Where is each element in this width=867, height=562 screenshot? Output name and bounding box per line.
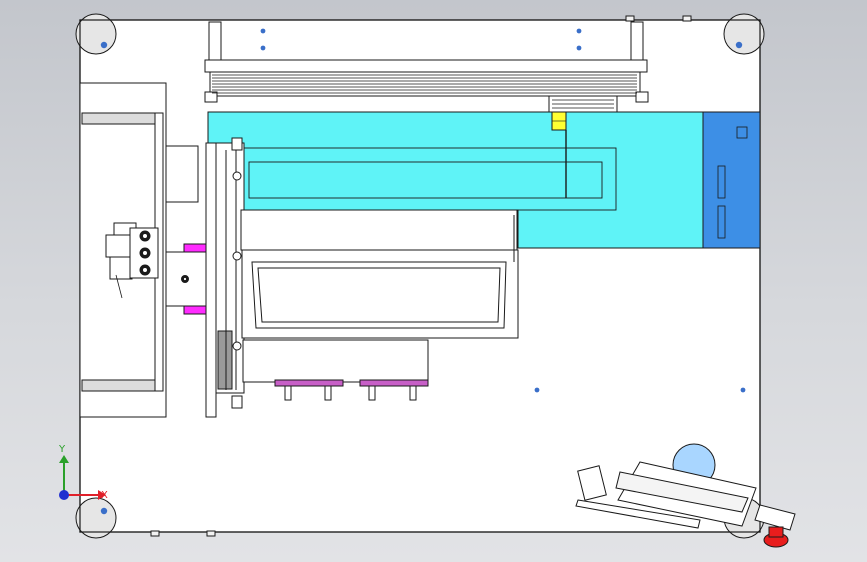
blue-block-port xyxy=(736,126,748,139)
blue-block-slot-2 xyxy=(717,205,726,239)
blue-block xyxy=(702,111,761,249)
lower-actuator xyxy=(242,339,429,387)
central-tray xyxy=(240,209,519,339)
x-axis-label: X xyxy=(101,490,108,501)
valve-block xyxy=(105,222,159,280)
y-axis-label: Y xyxy=(58,444,66,455)
z-axis-dot xyxy=(59,490,69,500)
blue-block-slot-1 xyxy=(717,165,726,199)
vertical-rail xyxy=(205,137,245,418)
cad-viewport[interactable]: X Y xyxy=(0,0,867,562)
assembly-drawing: X Y xyxy=(58,13,796,548)
